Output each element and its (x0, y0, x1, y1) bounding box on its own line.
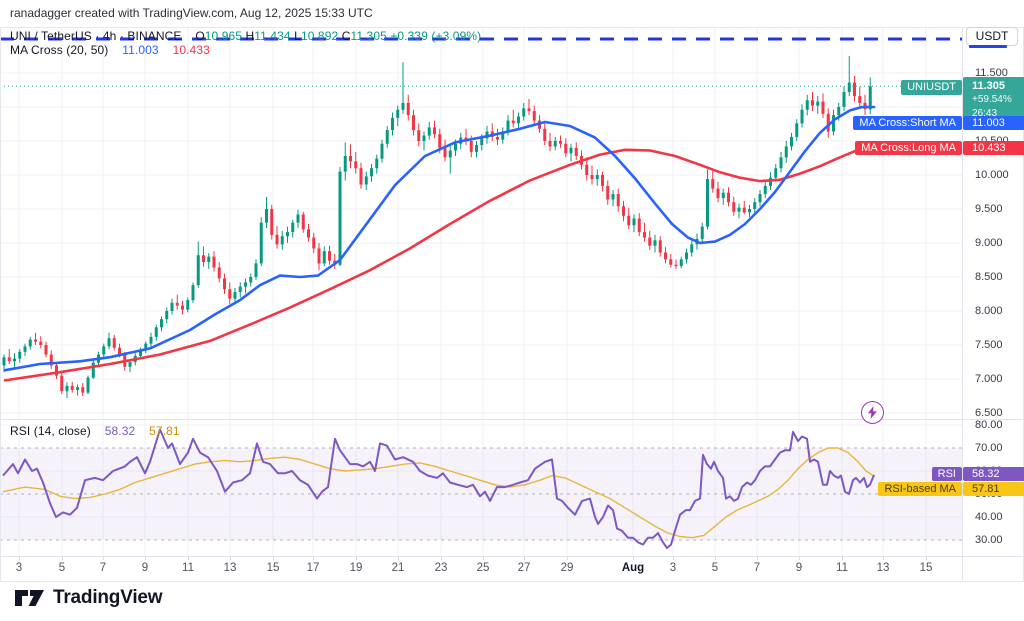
time-axis-label: 5 (712, 562, 718, 574)
time-axis-label: 25 (477, 562, 490, 574)
time-axis-tick (356, 556, 357, 560)
ma-short-badge-value: 11.003 (963, 116, 1024, 130)
time-axis-label: Aug (622, 562, 644, 574)
time-axis-label: 11 (182, 562, 194, 574)
time-axis-label: 15 (920, 562, 933, 574)
rsi-ma-badge: RSI-based MA (878, 482, 962, 496)
time-axis-tick (188, 556, 189, 560)
time-axis-label: 13 (877, 562, 890, 574)
ma-long-badge-value: 10.433 (963, 141, 1024, 155)
time-axis-label: 13 (224, 562, 237, 574)
rsi-legend: RSI (14, close) 58.32 57.81 (10, 424, 180, 438)
rsi-axis-label: 70.00 (963, 442, 1024, 454)
time-axis-label: 11 (836, 562, 848, 574)
session-change-pct: +59.54% (972, 93, 1024, 107)
time-axis-label: 23 (435, 562, 448, 574)
time-axis-tick (883, 556, 884, 560)
rsi-axis-label: 40.00 (963, 511, 1024, 523)
exchange-label: BINANCE (127, 29, 181, 43)
time-axis-tick (926, 556, 927, 560)
rsi-axis-label: 30.00 (963, 534, 1024, 546)
chart-canvas[interactable] (0, 0, 1024, 621)
time-axis-label: 21 (392, 562, 405, 574)
time-axis-tick (19, 556, 20, 560)
time-axis-tick (799, 556, 800, 560)
time-axis[interactable]: 3 5 7 9 11 13 15 17 19 21 23 25 27 29 Aug 3 5 7 9 11 13 15 (0, 556, 962, 580)
price-axis-label: 6.500 (963, 407, 1024, 419)
price-axis-label: 9.000 (963, 237, 1024, 249)
time-axis-tick (567, 556, 568, 560)
symbol-title: UNI / TetherUS (10, 29, 92, 43)
time-axis-tick (524, 556, 525, 560)
time-axis-tick (230, 556, 231, 560)
time-axis-label: 7 (754, 562, 760, 574)
rsi-ma-legend-value: 57.81 (149, 424, 180, 438)
ma-long-legend-value: 10.433 (173, 43, 210, 57)
lightning-icon[interactable] (861, 401, 884, 424)
change-value: +0.339 (+3.09%) (390, 29, 481, 43)
ma-cross-label: MA Cross (20, 50) (10, 43, 108, 57)
time-axis-tick (313, 556, 314, 560)
tradingview-snapshot: ranadagger created with TradingView.com,… (0, 0, 1024, 621)
tradingview-mark-icon (14, 586, 45, 610)
time-axis-tick (757, 556, 758, 560)
level-line-axis-segment (969, 45, 1007, 48)
rsi-badge: RSI (932, 467, 962, 481)
price-axis-label: 8.000 (963, 305, 1024, 317)
price-axis-label: 9.500 (963, 203, 1024, 215)
ma-short-legend-value: 11.003 (122, 43, 158, 57)
time-axis-tick (673, 556, 674, 560)
tradingview-logo[interactable]: TradingView (14, 586, 162, 610)
price-axis-label: 7.000 (963, 373, 1024, 385)
rsi-legend-value: 58.32 (105, 424, 136, 438)
time-axis-tick (441, 556, 442, 560)
rsi-axis-label: 80.00 (963, 419, 1024, 431)
ma-cross-legend: MA Cross (20, 50) 11.003 10.433 (10, 43, 210, 57)
rsi-label: RSI (14, close) (10, 424, 91, 438)
symbol-legend: UNI / TetherUS · 4h · BINANCE O10.965 H1… (10, 29, 481, 43)
time-axis-label: 9 (796, 562, 802, 574)
symbol-price-badge: UNIUSDT (901, 80, 962, 95)
rsi-ma-badge-value: 57.81 (963, 482, 1024, 496)
time-axis-tick (145, 556, 146, 560)
ma-short-badge: MA Cross:Short MA (853, 116, 962, 130)
tradingview-wordmark: TradingView (53, 587, 162, 609)
ma-long-badge: MA Cross:Long MA (855, 141, 962, 155)
rsi-badge-value: 58.32 (963, 467, 1024, 481)
open-value: 10.965 (205, 29, 242, 43)
time-axis-label: 29 (561, 562, 574, 574)
time-axis-label: 5 (59, 562, 65, 574)
interval-label: 4h (103, 29, 117, 43)
last-price: 11.305 (972, 79, 1024, 93)
lightning-bolt-glyph (867, 406, 878, 419)
time-axis-label: 27 (518, 562, 531, 574)
time-axis-tick (62, 556, 63, 560)
time-axis-label: 19 (350, 562, 363, 574)
time-axis-tick (483, 556, 484, 560)
price-axis-label: 7.500 (963, 339, 1024, 351)
currency-toggle-button[interactable]: USDT (966, 27, 1018, 46)
time-axis-tick (103, 556, 104, 560)
price-axis-label: 8.500 (963, 271, 1024, 283)
time-axis-tick (398, 556, 399, 560)
attribution-text: ranadagger created with TradingView.com,… (10, 6, 373, 20)
time-axis-label: 3 (670, 562, 676, 574)
high-value: 11.434 (254, 29, 290, 43)
close-value: 11.305 (350, 29, 386, 43)
time-axis-label: 17 (307, 562, 320, 574)
time-axis-tick (842, 556, 843, 560)
time-axis-tick (715, 556, 716, 560)
time-axis-label: 15 (267, 562, 280, 574)
time-axis-label: 9 (142, 562, 148, 574)
time-axis-tick (273, 556, 274, 560)
low-value: 10.892 (301, 29, 338, 43)
time-axis-label: 7 (100, 562, 106, 574)
time-axis-tick (633, 556, 634, 560)
time-axis-label: 3 (16, 562, 22, 574)
price-axis-label: 10.000 (963, 169, 1024, 181)
